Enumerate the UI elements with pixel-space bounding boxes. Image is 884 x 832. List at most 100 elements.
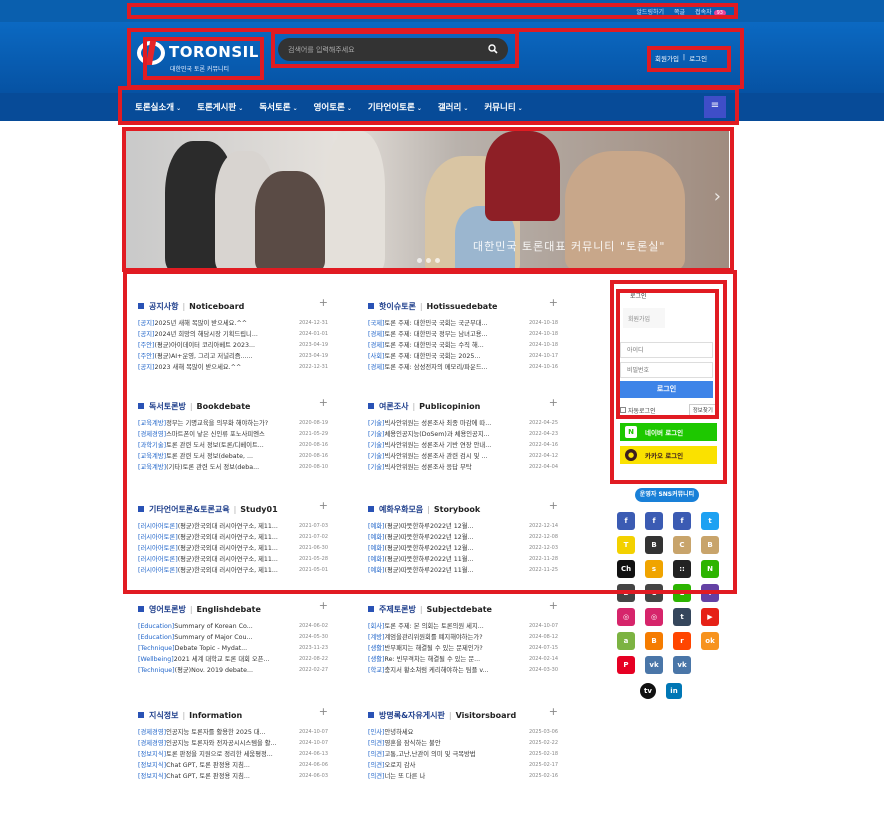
kakao-login-button[interactable]: ● 카카오 로그인: [620, 446, 717, 464]
list-item[interactable]: [인사]안녕하세요 2025-03-06: [368, 727, 558, 738]
list-item[interactable]: [기술]빅사안위원는 성론조사 최종 마감에 따... 2022-04-25: [368, 418, 558, 429]
board-header[interactable]: 방명록&자유게시판 | Visitorsboard: [368, 709, 558, 721]
login-button[interactable]: 로그인: [620, 381, 713, 398]
list-item[interactable]: [계방]계엄을관리위원회를 폐지해야하는가? 2024-08-12: [368, 632, 558, 643]
list-item[interactable]: [경제]토론 주제: 대한민국 국회는 수직 해... 2024-10-18: [368, 340, 558, 351]
channel-icon[interactable]: Ch: [617, 560, 635, 578]
plus-icon[interactable]: +: [549, 499, 558, 512]
auto-login-checkbox[interactable]: 자동로그인: [620, 406, 656, 415]
youtube-icon[interactable]: ▶: [701, 608, 719, 626]
instagram-icon[interactable]: ◎: [617, 608, 635, 626]
list-item[interactable]: [예화](평균)따뜻한하루2022년 12월... 2022-12-03: [368, 543, 558, 554]
post-title[interactable]: [기술]빅사안위원는 성론조사 관련 검시 및 ...: [368, 451, 518, 462]
post-title[interactable]: [정보지식]토론 판정을 지원으로 정리한 세움평정...: [138, 749, 288, 760]
list-item[interactable]: [생활]반부패지는 해결될 수 있는 문제인가? 2024-07-15: [368, 643, 558, 654]
board-header[interactable]: 독서토론방 | Bookdebate: [138, 400, 328, 412]
post-title[interactable]: [주안](평균)AI+운영, 그리고 저널리즘......: [138, 351, 288, 362]
search-input[interactable]: [288, 42, 478, 57]
list-item[interactable]: [정보지식]Chat GPT, 토론 판정용 지침... 2024-06-06: [138, 760, 328, 771]
facebook-icon[interactable]: f: [617, 512, 635, 530]
list-item[interactable]: [러시아어토론](평균)한국외대 러시아연구소, 제11... 2021-05-2…: [138, 554, 328, 565]
post-title[interactable]: [의견]영혼을 잠식하는 불안: [368, 738, 518, 749]
login-link[interactable]: 로그인: [689, 53, 707, 63]
android-icon[interactable]: a: [617, 632, 635, 650]
list-item[interactable]: [러시아어토론](평균)한국외대 러시아연구소, 제11... 2021-05-0…: [138, 565, 328, 576]
board-header[interactable]: 핫이슈토론 | Hotissuedebate: [368, 300, 558, 312]
post-title[interactable]: [예화](평균)따뜻한하루2022년 11월...: [368, 554, 518, 565]
post-title[interactable]: [회사]토론 주제: 본 의회는 토론의원 세지...: [368, 621, 518, 632]
post-title[interactable]: [정보지식]Chat GPT, 토론 판정용 지침...: [138, 760, 288, 771]
post-title[interactable]: [러시아어토론](평균)한국외대 러시아연구소, 제11...: [138, 554, 288, 565]
join-link[interactable]: 회원가입: [655, 53, 679, 63]
list-item[interactable]: [예화](평균)따뜻한하루2022년 12월... 2022-12-08: [368, 532, 558, 543]
nav-item-other-lang[interactable]: 기타언어토론 ⌄: [368, 101, 422, 113]
post-title[interactable]: [학교]충지서 황소쳐럼 케리해야하는 팀플 v...: [368, 665, 518, 676]
list-item[interactable]: [러시아어토론](평균)한국외대 러시아연구소, 제11... 2021-07-0…: [138, 532, 328, 543]
list-item[interactable]: [예화](평균)따뜻한하루2022년 11월... 2022-11-28: [368, 554, 558, 565]
list-item[interactable]: [주안](평균)AI+운영, 그리고 저널리즘...... 2023-04-19: [138, 351, 328, 362]
vk-icon[interactable]: vk: [645, 656, 663, 674]
plus-icon[interactable]: +: [549, 599, 558, 612]
list-item[interactable]: [Wellbeing]2021 세계 대학교 토론 대회 오픈... 2022-0…: [138, 654, 328, 665]
post-title[interactable]: [생활]반부패지는 해결될 수 있는 문제인가?: [368, 643, 518, 654]
post-title[interactable]: [정보지식]Chat GPT, 토론 판정용 지침...: [138, 771, 288, 782]
hamburger-icon[interactable]: ≡: [704, 96, 726, 118]
post-title[interactable]: [Technique](평균)Nov. 2019 debate...: [138, 665, 288, 676]
post-title[interactable]: [교육계방]정부는 기명교육을 의무화 해야하는가?: [138, 418, 288, 429]
top-link-memo[interactable]: 쪽글: [674, 7, 685, 16]
board-header[interactable]: 여론조사 | Publicopinion: [368, 400, 558, 412]
site-logo[interactable]: TORONSIL 대한민국 토론 커뮤니티: [137, 38, 261, 78]
post-title[interactable]: [주안](평균)아이데이터 코리아베트 2023...: [138, 340, 288, 351]
post-title[interactable]: [경제]토론 주제: 대한민국 국회는 수직 해...: [368, 340, 518, 351]
line-icon[interactable]: L: [673, 584, 691, 602]
post-title[interactable]: [예화](평균)따뜻한하루2022년 11월...: [368, 565, 518, 576]
kakaostory-icon[interactable]: s: [645, 560, 663, 578]
twitch-icon[interactable]: T: [701, 584, 719, 602]
plus-icon[interactable]: +: [319, 396, 328, 409]
post-title[interactable]: [예화](평균)따뜻한하루2022년 12월...: [368, 532, 518, 543]
post-title[interactable]: [기술]빅사안위원는 성론조사 응답 부탁: [368, 462, 518, 473]
post-title[interactable]: [예화](평균)따뜻한하루2022년 12월...: [368, 521, 518, 532]
nav-item-about[interactable]: 토론실소개 ⌄: [135, 101, 181, 113]
post-title[interactable]: [사회]토론 주제: 대한민국 국회는 2025...: [368, 351, 518, 362]
list-item[interactable]: [기술]빅사안위원는 성론조사 관련 검시 및 ... 2022-04-12: [368, 451, 558, 462]
blog-icon[interactable]: B: [617, 584, 635, 602]
post-title[interactable]: [예화](평균)따뜻한하루2022년 12월...: [368, 543, 518, 554]
password-input[interactable]: [620, 362, 713, 378]
list-item[interactable]: [경제경영]스마트폰이 낳은 신인류 포노사피엔스 2021-05-29: [138, 429, 328, 440]
list-item[interactable]: [국제]토론 주제: 대한민국 국회는 국군부대... 2024-10-18: [368, 318, 558, 329]
post-title[interactable]: [경제]토론 주제: 삼성전자의 메모리/파운드...: [368, 362, 518, 373]
board-header[interactable]: 지식정보 | Information: [138, 709, 328, 721]
list-item[interactable]: [경제]토론 주제: 삼성전자의 메모리/파운드... 2024-10-16: [368, 362, 558, 373]
list-item[interactable]: [교육계방]토론 관련 도서 정보(debate, ... 2020-08-16: [138, 451, 328, 462]
naver-login-button[interactable]: N 네이버 로그인: [620, 423, 717, 441]
list-item[interactable]: [정보지식]Chat GPT, 토론 판정용 지침... 2024-06-03: [138, 771, 328, 782]
blogger-icon[interactable]: B: [645, 632, 663, 650]
vk-icon[interactable]: vk: [673, 656, 691, 674]
plus-icon[interactable]: +: [319, 705, 328, 718]
post-title[interactable]: [Wellbeing]2021 세계 대학교 토론 대회 오픈...: [138, 654, 288, 665]
post-title[interactable]: [의견]오로지 감사: [368, 760, 518, 771]
board-header[interactable]: 공지사항 | Noticeboard: [138, 300, 328, 312]
plus-icon[interactable]: +: [549, 296, 558, 309]
list-item[interactable]: [러시아어토론](평균)한국외대 러시아연구소, 제11... 2021-07-0…: [138, 521, 328, 532]
list-item[interactable]: [Education]Summary of Major Cou... 2024-0…: [138, 632, 328, 643]
list-item[interactable]: [정보지식]토론 판정을 지원으로 정리한 세움평정... 2024-06-13: [138, 749, 328, 760]
list-item[interactable]: [경제경영]인공지능 토론자를 활용한 2025 대... 2024-10-07: [138, 727, 328, 738]
list-item[interactable]: [기술]빅사안위원는 성론조사 응답 부탁 2022-04-04: [368, 462, 558, 473]
post-title[interactable]: [공지]2024년 희망의 해담시장 기획드립니...: [138, 329, 288, 340]
post-title[interactable]: [Education]Summary of Major Cou...: [138, 632, 288, 643]
nav-item-community[interactable]: 커뮤니티 ⌄: [484, 101, 522, 113]
nav-item-board[interactable]: 토론게시판 ⌄: [197, 101, 243, 113]
slide-dot[interactable]: [417, 258, 422, 263]
tumblr-icon[interactable]: t: [673, 608, 691, 626]
top-link-bookmark[interactable]: 알드링하기: [636, 7, 664, 16]
post-title[interactable]: [생활]Re: 빈부격차는 해결될 수 있는 문...: [368, 654, 518, 665]
post-title[interactable]: [경제경영]인공지능 토론자를 활용한 2025 대...: [138, 727, 288, 738]
list-item[interactable]: [의견]영혼을 잠식하는 불안 2025-02-22: [368, 738, 558, 749]
post-title[interactable]: [Education]Summary of Korean Co...: [138, 621, 288, 632]
post-title[interactable]: [인사]안녕하세요: [368, 727, 518, 738]
post-title[interactable]: [러시아어토론](평균)한국외대 러시아연구소, 제11...: [138, 565, 288, 576]
list-item[interactable]: [교육계방](기타)토론 관련 도서 정보(deba... 2020-08-10: [138, 462, 328, 473]
pinterest-icon[interactable]: P: [617, 656, 635, 674]
